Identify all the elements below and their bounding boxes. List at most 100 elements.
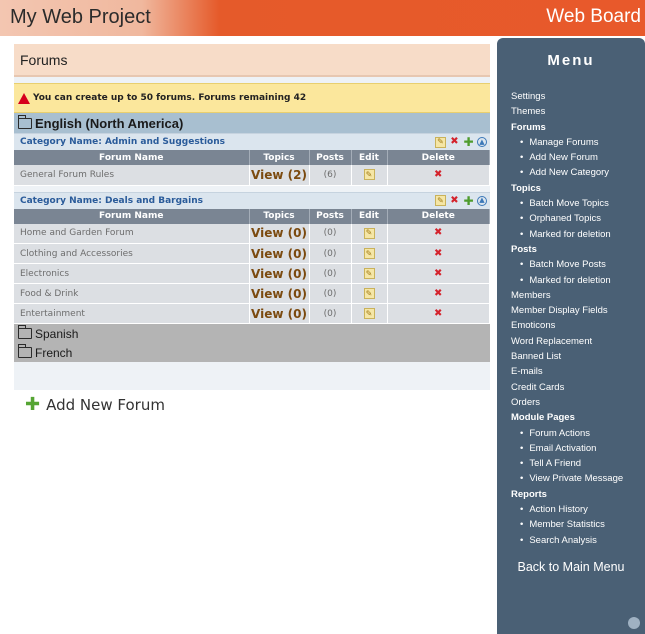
table-row: Electronics View (0) (0) ✎ ✖ [14,263,490,284]
menu-item[interactable]: Banned List [511,349,645,364]
edit-icon[interactable]: ✎ [363,248,375,259]
table-row: Clothing and Accessories View (0) (0) ✎ ✖ [14,243,490,264]
menu-item[interactable]: Action History [511,502,645,517]
edit-icon[interactable]: ✎ [363,268,375,279]
add-new-forum-label: Add New Forum [46,396,165,414]
view-topics-link[interactable]: View (0) [249,303,310,324]
menu-item[interactable]: Settings [511,89,645,104]
category-name[interactable]: Category Name: Admin and Suggestions [20,137,225,147]
view-topics-link[interactable]: View (2) [249,165,310,186]
edit-icon[interactable]: ✎ [435,136,446,148]
menu-section[interactable]: Forums [511,120,645,135]
table-header-row: Forum Name Topics Posts Edit Delete [14,150,490,165]
delete-icon[interactable]: ✖ [433,288,444,299]
add-icon[interactable]: ✚ [463,195,474,207]
view-topics-link[interactable]: View (0) [249,243,310,264]
edit-cell: ✎ [351,263,388,284]
menu-section[interactable]: Topics [511,181,645,196]
edit-icon[interactable]: ✎ [435,195,446,206]
menu-item[interactable]: Word Replacement [511,334,645,349]
delete-icon[interactable]: ✖ [433,228,444,239]
col-delete: Delete [387,208,490,224]
table-row: Entertainment View (0) (0) ✎ ✖ [14,303,490,324]
edit-cell: ✎ [351,303,388,324]
menu-item[interactable]: Member Statistics [511,517,645,532]
table-row: General Forum Rules View (2) (6) ✎ ✖ [14,165,490,186]
posts-count: (0) [309,303,352,324]
add-icon[interactable]: ✚ [463,136,474,148]
forum-name: General Forum Rules [14,165,250,186]
delete-icon[interactable]: ✖ [433,268,444,279]
language-english-label: English (North America) [35,115,184,131]
edit-icon[interactable]: ✎ [363,308,375,319]
forum-name: Food & Drink [14,283,250,304]
posts-count: (0) [309,263,352,284]
category-name[interactable]: Category Name: Deals and Bargains [20,196,203,206]
language-french[interactable]: French [14,343,490,362]
forum-table: Forum Name Topics Posts Edit Delete General F… [14,150,490,186]
edit-icon[interactable]: ✎ [363,227,375,239]
back-to-main-menu-link[interactable]: Back to Main Menu [497,560,645,574]
folder-icon [17,344,32,358]
menu-item[interactable]: E-mails [511,364,645,379]
menu-item[interactable]: Marked for deletion [511,227,645,242]
add-new-forum-button[interactable]: ✚ Add New Forum [25,396,165,415]
menu-item[interactable]: Orders [511,395,645,410]
folder-icon [17,325,32,339]
menu-item[interactable]: Batch Move Topics [511,196,645,211]
language-spanish[interactable]: Spanish [14,324,490,343]
forums-panel: Forums You can create up to 50 forums. F… [14,44,490,390]
menu-item[interactable]: Credit Cards [511,380,645,395]
move-up-icon[interactable]: ▲ [477,137,487,147]
col-edit: Edit [351,150,388,165]
language-spanish-label: Spanish [35,326,79,341]
menu-item[interactable]: Email Activation [511,441,645,456]
menu-item[interactable]: Themes [511,104,645,119]
menu-item[interactable]: Marked for deletion [511,273,645,288]
folder-icon [17,114,32,129]
menu-item[interactable]: Forum Actions [511,426,645,441]
view-topics-link[interactable]: View (0) [249,223,310,244]
edit-cell: ✎ [351,243,388,264]
col-posts: Posts [309,208,352,224]
category-header: Category Name: Admin and Suggestions ✎ ✖ ✚ ▲ [14,133,490,150]
view-topics-link[interactable]: View (0) [249,263,310,284]
categories: Category Name: Admin and Suggestions ✎ ✖ ✚ ▲… [14,133,490,324]
menu-item[interactable]: Add New Category [511,165,645,180]
language-english[interactable]: English (North America) [14,113,490,133]
forum-name: Home and Garden Forum [14,223,250,244]
move-up-icon[interactable]: ▲ [477,195,487,206]
forum-name: Clothing and Accessories [14,243,250,264]
delete-icon[interactable]: ✖ [449,137,460,148]
menu-section[interactable]: Reports [511,487,645,502]
edit-icon[interactable]: ✎ [363,288,375,299]
menu-item[interactable]: Members [511,288,645,303]
menu-item[interactable]: View Private Message [511,471,645,486]
delete-icon[interactable]: ✖ [433,169,444,180]
edit-cell: ✎ [351,223,388,244]
col-edit: Edit [351,208,388,224]
posts-count: (0) [309,243,352,264]
menu-item[interactable]: Tell A Friend [511,456,645,471]
delete-cell: ✖ [387,165,490,186]
menu-section[interactable]: Posts [511,242,645,257]
menu-item[interactable]: Orphaned Topics [511,211,645,226]
menu-item[interactable]: Search Analysis [511,533,645,548]
delete-cell: ✖ [387,263,490,284]
menu-item[interactable]: Add New Forum [511,150,645,165]
delete-icon[interactable]: ✖ [433,308,444,319]
edit-icon[interactable]: ✎ [363,169,375,181]
col-topics: Topics [249,150,310,165]
posts-count: (6) [309,165,352,186]
delete-cell: ✖ [387,303,490,324]
menu-item[interactable]: Member Display Fields [511,303,645,318]
scroll-handle-icon[interactable] [628,617,640,629]
menu-section[interactable]: Module Pages [511,410,645,425]
delete-icon[interactable]: ✖ [433,248,444,259]
menu-item[interactable]: Batch Move Posts [511,257,645,272]
menu-item[interactable]: Emoticons [511,318,645,333]
category-actions: ✎ ✖ ✚ ▲ [435,136,487,148]
delete-icon[interactable]: ✖ [449,195,460,206]
menu-item[interactable]: Manage Forums [511,135,645,150]
view-topics-link[interactable]: View (0) [249,283,310,304]
